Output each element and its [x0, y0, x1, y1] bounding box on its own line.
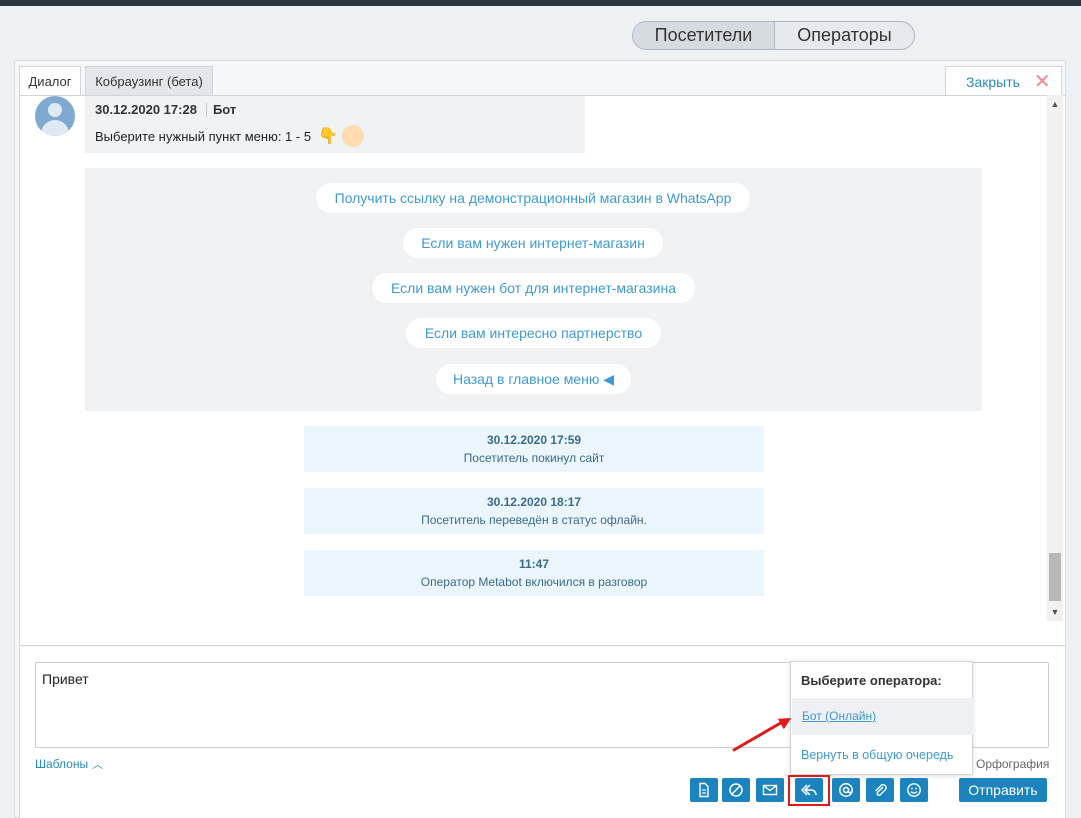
close-icon: ✕ — [1033, 70, 1051, 93]
toggle-visitors[interactable]: Посетители — [633, 22, 775, 49]
scroll-thumb[interactable] — [1049, 553, 1061, 601]
templates-label: Шаблоны — [35, 757, 89, 771]
paperclip-icon — [875, 784, 887, 796]
at-icon — [839, 783, 853, 797]
popup-title: Выберите оператора: — [801, 673, 942, 688]
quick-reply-button[interactable]: Если вам нужен интернет-магазин — [403, 228, 663, 258]
system-message: 30.12.2020 17:59 Посетитель покинул сайт — [304, 426, 764, 472]
chat-scrollbar[interactable]: ▲ ▼ — [1047, 95, 1063, 621]
smiley-icon — [907, 783, 921, 797]
system-message: 30.12.2020 18:17 Посетитель переведён в … — [304, 488, 764, 534]
system-message: 11:47 Оператор Metabot включился в разго… — [304, 550, 764, 596]
block-icon — [729, 783, 743, 797]
chevron-up-icon: ︿ — [92, 759, 104, 771]
toggle-operators[interactable]: Операторы — [775, 22, 914, 49]
highlight-frame — [788, 775, 830, 806]
operator-select-popup: Выберите оператора: Бот (Онлайн) Вернуть… — [790, 661, 973, 775]
quick-reply-button[interactable]: Если вам нужен бот для интернет-магазина — [372, 273, 695, 303]
quick-reply-box: Получить ссылку на демонстрационный мага… — [85, 168, 982, 411]
quick-reply-button[interactable]: Если вам интересно партнерство — [406, 318, 661, 348]
email-button[interactable] — [756, 778, 784, 802]
attach-button[interactable] — [866, 778, 894, 802]
scroll-down-icon[interactable]: ▼ — [1047, 605, 1063, 619]
pointing-down-icon: 👇 — [318, 128, 338, 145]
envelope-icon — [762, 784, 778, 796]
scroll-up-icon[interactable]: ▲ — [1047, 97, 1063, 111]
spelling-link[interactable]: Орфография — [976, 757, 1049, 771]
view-toggle: Посетители Операторы — [632, 21, 915, 50]
system-message-time: 11:47 — [518, 557, 550, 571]
close-button[interactable]: Закрыть ✕ — [945, 66, 1062, 96]
emoji-icon — [341, 125, 364, 147]
quick-reply-button[interactable]: Назад в главное меню ◀ — [436, 364, 631, 394]
bot-avatar — [35, 96, 75, 136]
emoji-button[interactable] — [900, 778, 928, 802]
quick-reply-button[interactable]: Получить ссылку на демонстрационный мага… — [316, 183, 750, 213]
templates-toggle[interactable]: Шаблоны ︿ — [35, 756, 103, 772]
document-icon — [699, 782, 709, 798]
message-author: Бот — [212, 102, 237, 117]
system-message-text: Посетитель покинул сайт — [463, 451, 605, 465]
mention-button[interactable] — [832, 778, 860, 802]
operator-option-bot[interactable]: Бот (Онлайн) — [792, 698, 973, 735]
block-button[interactable] — [722, 778, 750, 802]
operator-option-queue[interactable]: Вернуть в общую очередь — [801, 748, 953, 762]
system-message-text: Оператор Metabot включился в разговор — [420, 575, 648, 589]
send-button[interactable]: Отправить — [959, 778, 1047, 802]
document-button[interactable] — [690, 778, 718, 802]
message-date: 30.12.2020 17:28 — [95, 102, 197, 117]
message-text: Выберите нужный пункт меню: 1 - 5 — [95, 128, 312, 144]
close-label: Закрыть — [966, 73, 1020, 90]
top-bar — [0, 0, 1081, 6]
tab-dialog[interactable]: Диалог — [19, 66, 81, 96]
system-message-time: 30.12.2020 17:59 — [486, 433, 582, 447]
bot-message: 30.12.2020 17:28 Бот Выберите нужный пун… — [85, 96, 585, 153]
tab-cobrowse[interactable]: Кобраузинг (бета) — [85, 66, 213, 95]
system-message-text: Посетитель переведён в статус офлайн. — [421, 513, 647, 527]
system-message-time: 30.12.2020 18:17 — [486, 495, 582, 509]
